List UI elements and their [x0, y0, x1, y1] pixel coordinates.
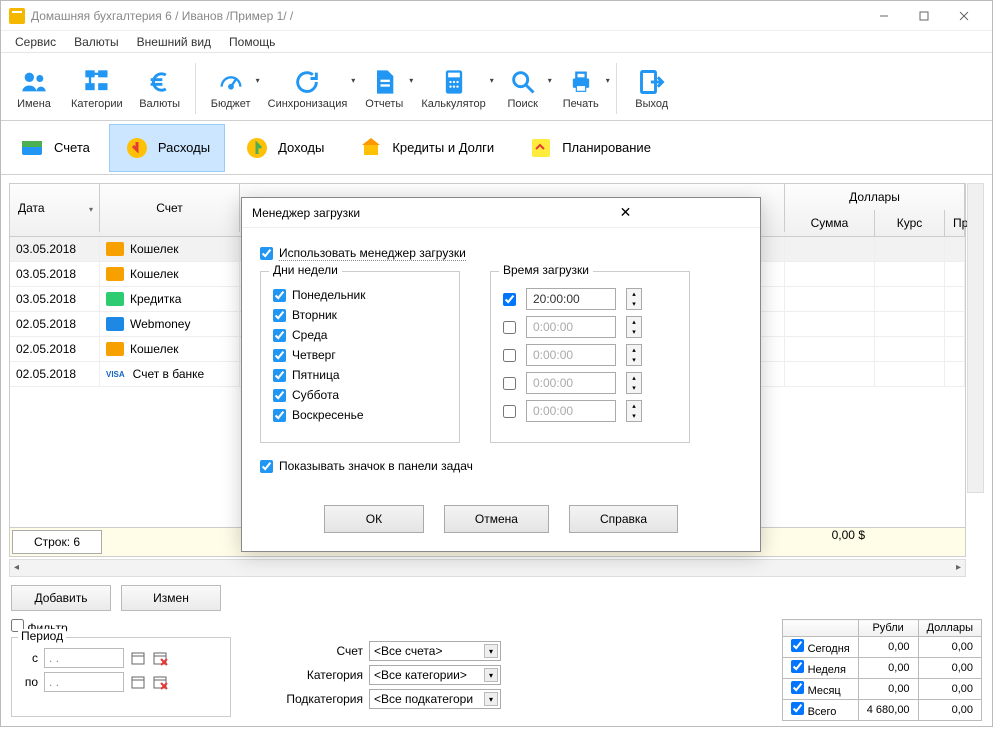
use-manager-label: Использовать менеджер загрузки: [279, 246, 466, 261]
time-spinner[interactable]: ▴▾: [626, 400, 642, 422]
time-checkbox[interactable]: [503, 349, 516, 362]
modal-overlay: Менеджер загрузки ✕ Использовать менедже…: [1, 1, 992, 726]
time-checkbox[interactable]: [503, 293, 516, 306]
day-label: Четверг: [292, 348, 336, 362]
days-fieldset: Дни недели ПонедельникВторникСредаЧетвер…: [260, 271, 460, 443]
time-spinner[interactable]: ▴▾: [626, 288, 642, 310]
time-legend: Время загрузки: [499, 263, 593, 277]
tray-checkbox[interactable]: [260, 460, 273, 473]
time-checkbox[interactable]: [503, 377, 516, 390]
day-label: Среда: [292, 328, 327, 342]
day-checkbox[interactable]: [273, 369, 286, 382]
dialog-titlebar: Менеджер загрузки ✕: [242, 198, 760, 228]
day-checkbox[interactable]: [273, 409, 286, 422]
spinner-down-icon: ▾: [627, 299, 641, 309]
day-label: Пятница: [292, 368, 340, 382]
day-checkbox[interactable]: [273, 309, 286, 322]
spinner-up-icon: ▴: [627, 373, 641, 383]
day-checkbox[interactable]: [273, 389, 286, 402]
spinner-up-icon: ▴: [627, 345, 641, 355]
day-checkbox[interactable]: [273, 289, 286, 302]
time-spinner[interactable]: ▴▾: [626, 344, 642, 366]
time-checkbox[interactable]: [503, 321, 516, 334]
time-input[interactable]: 20:00:00: [526, 288, 616, 310]
time-checkbox[interactable]: [503, 405, 516, 418]
time-input[interactable]: 0:00:00: [526, 400, 616, 422]
time-input[interactable]: 0:00:00: [526, 344, 616, 366]
spinner-down-icon: ▾: [627, 355, 641, 365]
spinner-up-icon: ▴: [627, 401, 641, 411]
day-checkbox[interactable]: [273, 349, 286, 362]
days-legend: Дни недели: [269, 263, 342, 277]
time-fieldset: Время загрузки 20:00:00 ▴▾ 0:00:00 ▴▾ 0:…: [490, 271, 690, 443]
use-manager-checkbox[interactable]: [260, 247, 273, 260]
ok-button[interactable]: ОК: [324, 505, 424, 533]
time-input[interactable]: 0:00:00: [526, 372, 616, 394]
tray-label: Показывать значок в панели задач: [279, 459, 473, 473]
download-manager-dialog: Менеджер загрузки ✕ Использовать менедже…: [241, 197, 761, 552]
help-button[interactable]: Справка: [569, 505, 678, 533]
day-label: Суббота: [292, 388, 339, 402]
day-label: Вторник: [292, 308, 337, 322]
dialog-title: Менеджер загрузки: [252, 206, 501, 220]
day-label: Понедельник: [292, 288, 365, 302]
dialog-close-button[interactable]: ✕: [501, 204, 750, 221]
spinner-down-icon: ▾: [627, 411, 641, 421]
time-spinner[interactable]: ▴▾: [626, 316, 642, 338]
spinner-down-icon: ▾: [627, 383, 641, 393]
day-checkbox[interactable]: [273, 329, 286, 342]
spinner-up-icon: ▴: [627, 289, 641, 299]
day-label: Воскресенье: [292, 408, 364, 422]
cancel-button[interactable]: Отмена: [444, 505, 549, 533]
time-input[interactable]: 0:00:00: [526, 316, 616, 338]
spinner-up-icon: ▴: [627, 317, 641, 327]
time-spinner[interactable]: ▴▾: [626, 372, 642, 394]
spinner-down-icon: ▾: [627, 327, 641, 337]
